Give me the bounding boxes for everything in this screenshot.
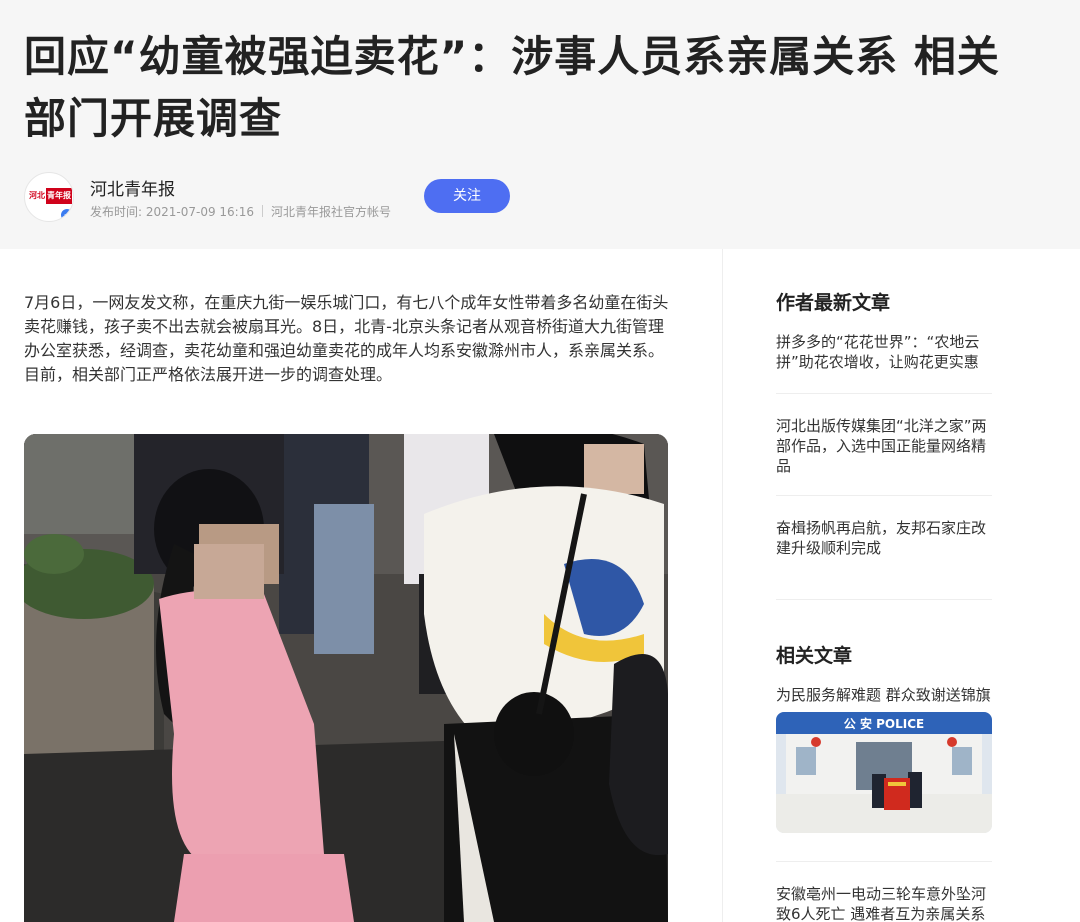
article-photo: [24, 434, 668, 922]
publish-time: 发布时间: 2021-07-09 16:16: [90, 205, 254, 219]
street-scene-image: [24, 434, 668, 922]
list-divider: [776, 495, 992, 496]
author-avatar[interactable]: 河北 青年报 ✓: [24, 172, 74, 222]
follow-button[interactable]: 关注: [424, 179, 510, 213]
latest-article-item[interactable]: 奋楫扬帆再启航，友邦石家庄改建升级顺利完成: [776, 518, 992, 558]
list-divider: [776, 599, 992, 600]
article-meta: 发布时间: 2021-07-09 16:16 河北青年报社官方帐号: [90, 203, 391, 220]
verified-check-icon: ✓: [59, 207, 73, 221]
logo-text-a: 河北: [28, 188, 46, 204]
meta-separator: [262, 205, 263, 217]
related-articles-heading: 相关文章: [776, 645, 853, 667]
related-article-item[interactable]: 安徽亳州一电动三轮车意外坠河致6人死亡 遇难者互为亲属关系: [776, 884, 992, 922]
related-article-thumbnail[interactable]: 公 安 POLICE: [776, 712, 992, 833]
article-title: 回应“幼童被强迫卖花”：涉事人员系亲属关系 相关部门开展调查: [24, 32, 1000, 143]
article-header: 回应“幼童被强迫卖花”：涉事人员系亲属关系 相关部门开展调查 河北 青年报 ✓ …: [0, 0, 1080, 249]
author-name[interactable]: 河北青年报: [90, 175, 175, 200]
list-divider: [776, 861, 992, 862]
latest-article-item[interactable]: 河北出版传媒集团“北洋之家”两部作品，入选中国正能量网络精品: [776, 416, 992, 476]
account-type: 河北青年报社官方帐号: [271, 205, 392, 219]
newspaper-logo: 河北 青年报: [28, 188, 72, 204]
police-station-image: 公 安 POLICE: [776, 712, 992, 833]
list-divider: [776, 393, 992, 394]
column-divider: [722, 249, 723, 922]
article-body: 7月6日，一网友发文称，在重庆九街一娱乐城门口，有七八个成年女性带着多名幼童在街…: [24, 293, 669, 384]
logo-text-b: 青年报: [46, 188, 72, 204]
related-article-item[interactable]: 为民服务解难题 群众致谢送锦旗: [776, 685, 992, 705]
station-sign-text: 公 安 POLICE: [844, 716, 924, 731]
latest-article-item[interactable]: 拼多多的“花花世界”：“农地云拼”助花农增收，让购花更实惠: [776, 332, 992, 372]
latest-articles-heading: 作者最新文章: [776, 292, 891, 314]
